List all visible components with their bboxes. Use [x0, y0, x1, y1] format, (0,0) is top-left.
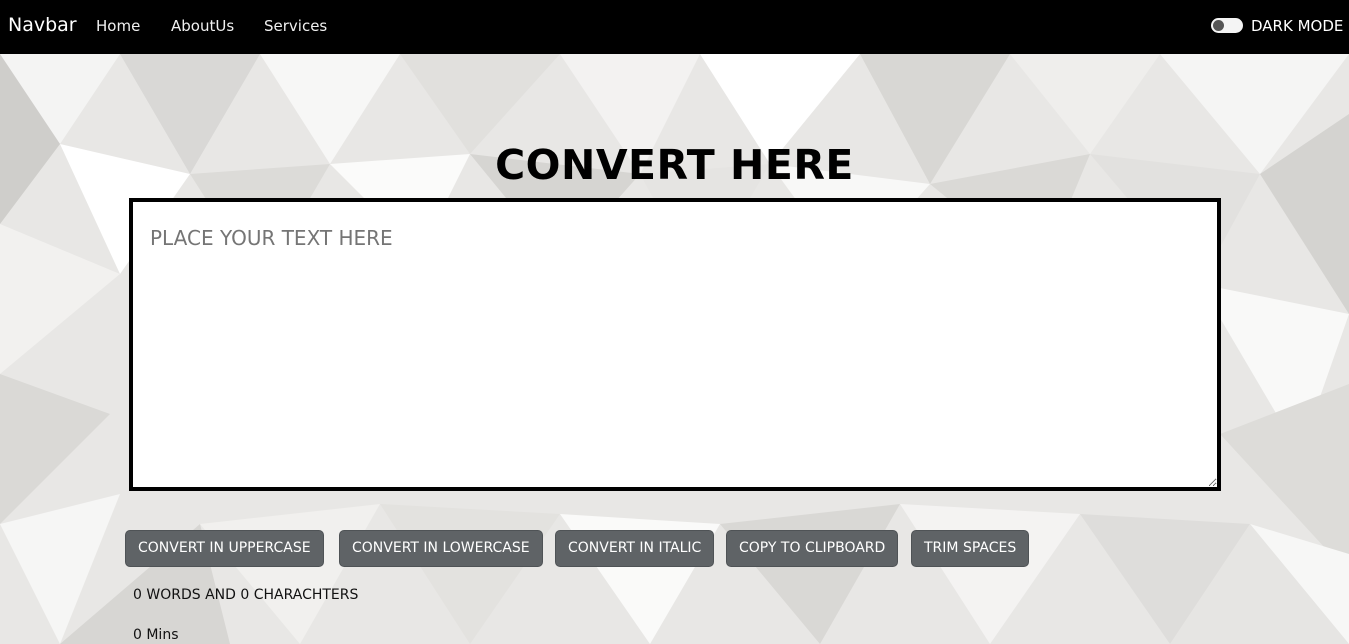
lowercase-button[interactable]: CONVERT IN LOWERCASE — [339, 530, 543, 567]
word-char-count: 0 WORDS AND 0 CHARACHTERS — [133, 587, 359, 603]
dark-mode-label: DARK MODE — [1251, 17, 1344, 35]
navbar: Navbar Home AboutUs Services DARK MODE — [0, 0, 1349, 54]
copy-clipboard-button[interactable]: COPY TO CLIPBOARD — [726, 530, 899, 567]
read-time: 0 Mins — [133, 627, 179, 643]
text-input[interactable] — [133, 202, 1217, 487]
uppercase-button[interactable]: CONVERT IN UPPERCASE — [125, 530, 324, 567]
page-title: CONVERT HERE — [495, 141, 854, 189]
dark-mode-toggle[interactable] — [1211, 18, 1243, 33]
nav-link-services[interactable]: Services — [264, 17, 327, 35]
navbar-brand[interactable]: Navbar — [8, 14, 77, 36]
nav-link-aboutus[interactable]: AboutUs — [171, 17, 234, 35]
trim-spaces-button[interactable]: TRIM SPACES — [911, 530, 1030, 567]
text-input-box — [129, 198, 1221, 491]
italic-button[interactable]: CONVERT IN ITALIC — [555, 530, 715, 567]
nav-link-home[interactable]: Home — [96, 17, 140, 35]
toggle-knob — [1213, 20, 1224, 31]
